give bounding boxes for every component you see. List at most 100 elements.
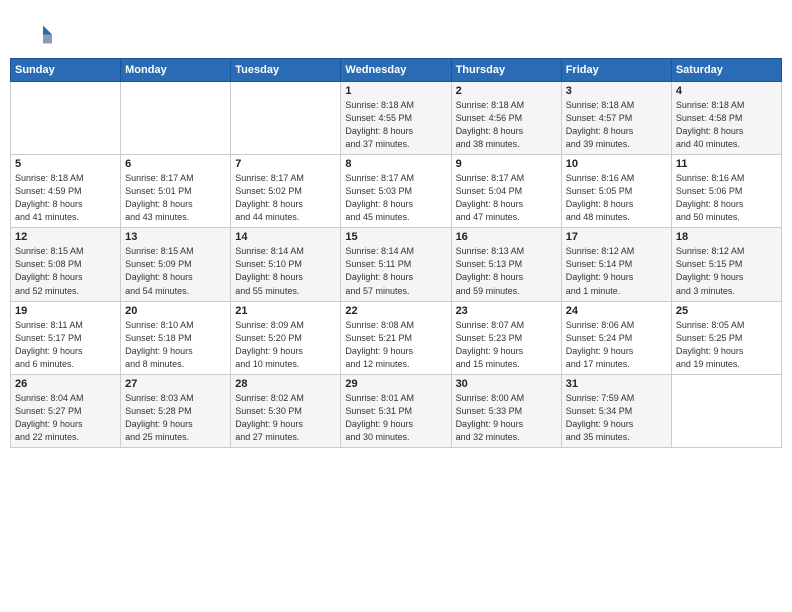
day-info: Sunrise: 8:06 AM Sunset: 5:24 PM Dayligh… [566, 319, 667, 371]
day-number: 3 [566, 85, 667, 97]
calendar-cell: 6 Sunrise: 8:17 AM Sunset: 5:01 PM Daylig… [121, 155, 231, 228]
calendar-cell: 9 Sunrise: 8:17 AM Sunset: 5:04 PM Daylig… [451, 155, 561, 228]
day-info: Sunrise: 8:14 AM Sunset: 5:11 PM Dayligh… [345, 245, 446, 297]
day-number: 4 [676, 85, 777, 97]
calendar-cell [671, 374, 781, 447]
calendar-cell: 18 Sunrise: 8:12 AM Sunset: 5:15 PM Dayli… [671, 228, 781, 301]
day-number: 23 [456, 305, 557, 317]
day-number: 14 [235, 231, 336, 243]
calendar-cell: 20 Sunrise: 8:10 AM Sunset: 5:18 PM Dayli… [121, 301, 231, 374]
calendar-cell: 13 Sunrise: 8:15 AM Sunset: 5:09 PM Dayli… [121, 228, 231, 301]
day-info: Sunrise: 7:59 AM Sunset: 5:34 PM Dayligh… [566, 392, 667, 444]
day-info: Sunrise: 8:15 AM Sunset: 5:08 PM Dayligh… [15, 245, 116, 297]
day-number: 17 [566, 231, 667, 243]
day-info: Sunrise: 8:09 AM Sunset: 5:20 PM Dayligh… [235, 319, 336, 371]
day-info: Sunrise: 8:18 AM Sunset: 4:56 PM Dayligh… [456, 99, 557, 151]
calendar-cell: 12Sunrise: 8:15 AM Sunset: 5:08 PM Dayli… [11, 228, 121, 301]
calendar-cell: 11 Sunrise: 8:16 AM Sunset: 5:06 PM Dayli… [671, 155, 781, 228]
calendar-cell: 10 Sunrise: 8:16 AM Sunset: 5:05 PM Dayli… [561, 155, 671, 228]
calendar-cell: 30Sunrise: 8:00 AM Sunset: 5:33 PM Dayli… [451, 374, 561, 447]
calendar-cell [121, 82, 231, 155]
logo [20, 18, 52, 48]
calendar-cell: 27Sunrise: 8:03 AM Sunset: 5:28 PM Dayli… [121, 374, 231, 447]
day-info: Sunrise: 8:16 AM Sunset: 5:05 PM Dayligh… [566, 172, 667, 224]
calendar-cell: 3Sunrise: 8:18 AM Sunset: 4:57 PM Daylig… [561, 82, 671, 155]
calendar-cell: 4 Sunrise: 8:18 AM Sunset: 4:58 PM Daylig… [671, 82, 781, 155]
day-info: Sunrise: 8:17 AM Sunset: 5:01 PM Dayligh… [125, 172, 226, 224]
day-number: 16 [456, 231, 557, 243]
day-number: 5 [15, 158, 116, 170]
day-info: Sunrise: 8:13 AM Sunset: 5:13 PM Dayligh… [456, 245, 557, 297]
day-info: Sunrise: 8:18 AM Sunset: 4:55 PM Dayligh… [345, 99, 446, 151]
day-info: Sunrise: 8:12 AM Sunset: 5:14 PM Dayligh… [566, 245, 667, 297]
day-number: 18 [676, 231, 777, 243]
weekday-header: Sunday [11, 59, 121, 82]
day-info: Sunrise: 8:11 AM Sunset: 5:17 PM Dayligh… [15, 319, 116, 371]
day-info: Sunrise: 8:00 AM Sunset: 5:33 PM Dayligh… [456, 392, 557, 444]
calendar-cell: 24 Sunrise: 8:06 AM Sunset: 5:24 PM Dayli… [561, 301, 671, 374]
calendar-table: SundayMondayTuesdayWednesdayThursdayFrid… [10, 58, 782, 448]
day-number: 2 [456, 85, 557, 97]
header [10, 10, 782, 54]
day-info: Sunrise: 8:10 AM Sunset: 5:18 PM Dayligh… [125, 319, 226, 371]
day-number: 29 [345, 378, 446, 390]
logo-icon [22, 18, 52, 48]
calendar-cell: 16 Sunrise: 8:13 AM Sunset: 5:13 PM Dayli… [451, 228, 561, 301]
calendar-cell: 29 Sunrise: 8:01 AM Sunset: 5:31 PM Dayli… [341, 374, 451, 447]
day-info: Sunrise: 8:01 AM Sunset: 5:31 PM Dayligh… [345, 392, 446, 444]
weekday-header: Tuesday [231, 59, 341, 82]
calendar-week-row: 19Sunrise: 8:11 AM Sunset: 5:17 PM Dayli… [11, 301, 782, 374]
calendar-cell: 21 Sunrise: 8:09 AM Sunset: 5:20 PM Dayli… [231, 301, 341, 374]
weekday-header: Monday [121, 59, 231, 82]
calendar-cell: 23 Sunrise: 8:07 AM Sunset: 5:23 PM Dayli… [451, 301, 561, 374]
day-number: 20 [125, 305, 226, 317]
day-info: Sunrise: 8:03 AM Sunset: 5:28 PM Dayligh… [125, 392, 226, 444]
calendar-cell: 25 Sunrise: 8:05 AM Sunset: 5:25 PM Dayli… [671, 301, 781, 374]
day-info: Sunrise: 8:04 AM Sunset: 5:27 PM Dayligh… [15, 392, 116, 444]
calendar-header-row: SundayMondayTuesdayWednesdayThursdayFrid… [11, 59, 782, 82]
day-info: Sunrise: 8:08 AM Sunset: 5:21 PM Dayligh… [345, 319, 446, 371]
day-info: Sunrise: 8:18 AM Sunset: 4:59 PM Dayligh… [15, 172, 116, 224]
day-number: 25 [676, 305, 777, 317]
calendar-week-row: 5 Sunrise: 8:18 AM Sunset: 4:59 PM Daylig… [11, 155, 782, 228]
day-info: Sunrise: 8:07 AM Sunset: 5:23 PM Dayligh… [456, 319, 557, 371]
calendar-cell: 1Sunrise: 8:18 AM Sunset: 4:55 PM Daylig… [341, 82, 451, 155]
day-number: 9 [456, 158, 557, 170]
weekday-header: Wednesday [341, 59, 451, 82]
day-number: 10 [566, 158, 667, 170]
calendar-week-row: 26 Sunrise: 8:04 AM Sunset: 5:27 PM Dayli… [11, 374, 782, 447]
day-info: Sunrise: 8:17 AM Sunset: 5:04 PM Dayligh… [456, 172, 557, 224]
day-info: Sunrise: 8:12 AM Sunset: 5:15 PM Dayligh… [676, 245, 777, 297]
calendar-cell [231, 82, 341, 155]
calendar-cell: 26 Sunrise: 8:04 AM Sunset: 5:27 PM Dayli… [11, 374, 121, 447]
day-info: Sunrise: 8:15 AM Sunset: 5:09 PM Dayligh… [125, 245, 226, 297]
day-info: Sunrise: 8:05 AM Sunset: 5:25 PM Dayligh… [676, 319, 777, 371]
day-number: 26 [15, 378, 116, 390]
day-number: 13 [125, 231, 226, 243]
day-number: 24 [566, 305, 667, 317]
weekday-header: Saturday [671, 59, 781, 82]
day-info: Sunrise: 8:17 AM Sunset: 5:02 PM Dayligh… [235, 172, 336, 224]
day-number: 8 [345, 158, 446, 170]
calendar-cell: 28 Sunrise: 8:02 AM Sunset: 5:30 PM Dayli… [231, 374, 341, 447]
calendar-cell: 5 Sunrise: 8:18 AM Sunset: 4:59 PM Daylig… [11, 155, 121, 228]
day-info: Sunrise: 8:17 AM Sunset: 5:03 PM Dayligh… [345, 172, 446, 224]
day-number: 31 [566, 378, 667, 390]
day-info: Sunrise: 8:16 AM Sunset: 5:06 PM Dayligh… [676, 172, 777, 224]
calendar-cell: 19Sunrise: 8:11 AM Sunset: 5:17 PM Dayli… [11, 301, 121, 374]
calendar-cell [11, 82, 121, 155]
weekday-header: Friday [561, 59, 671, 82]
calendar-cell: 8 Sunrise: 8:17 AM Sunset: 5:03 PM Daylig… [341, 155, 451, 228]
day-info: Sunrise: 8:18 AM Sunset: 4:58 PM Dayligh… [676, 99, 777, 151]
day-info: Sunrise: 8:02 AM Sunset: 5:30 PM Dayligh… [235, 392, 336, 444]
calendar-cell: 15 Sunrise: 8:14 AM Sunset: 5:11 PM Dayli… [341, 228, 451, 301]
day-number: 28 [235, 378, 336, 390]
calendar-week-row: 1Sunrise: 8:18 AM Sunset: 4:55 PM Daylig… [11, 82, 782, 155]
day-number: 6 [125, 158, 226, 170]
day-number: 15 [345, 231, 446, 243]
calendar-cell: 17 Sunrise: 8:12 AM Sunset: 5:14 PM Dayli… [561, 228, 671, 301]
calendar-cell: 22Sunrise: 8:08 AM Sunset: 5:21 PM Dayli… [341, 301, 451, 374]
calendar-cell: 14Sunrise: 8:14 AM Sunset: 5:10 PM Dayli… [231, 228, 341, 301]
day-number: 11 [676, 158, 777, 170]
day-number: 21 [235, 305, 336, 317]
